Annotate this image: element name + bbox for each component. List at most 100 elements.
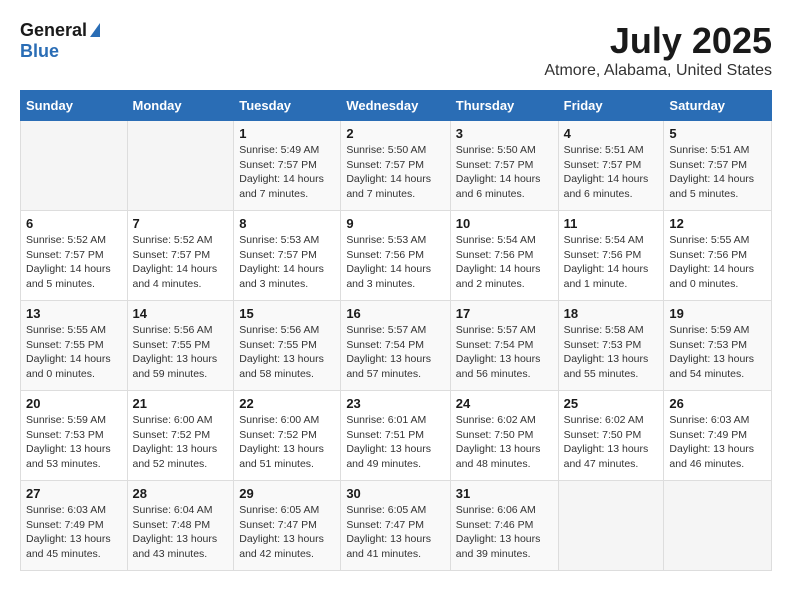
day-number: 22 [239,396,335,411]
weekday-header-tuesday: Tuesday [234,91,341,121]
page: General Blue July 2025 Atmore, Alabama, … [0,0,792,591]
calendar-cell: 23 Sunrise: 6:01 AMSunset: 7:51 PMDayligh… [341,391,450,481]
day-detail: Sunrise: 6:00 AMSunset: 7:52 PMDaylight:… [133,413,229,472]
calendar-cell: 16 Sunrise: 5:57 AMSunset: 7:54 PMDayligh… [341,301,450,391]
day-number: 10 [456,216,553,231]
calendar-cell: 5 Sunrise: 5:51 AMSunset: 7:57 PMDaylight… [664,121,772,211]
day-number: 13 [26,306,122,321]
calendar-cell: 6 Sunrise: 5:52 AMSunset: 7:57 PMDaylight… [21,211,128,301]
calendar-cell: 12 Sunrise: 5:55 AMSunset: 7:56 PMDayligh… [664,211,772,301]
weekday-header-row: SundayMondayTuesdayWednesdayThursdayFrid… [21,91,772,121]
calendar-cell: 15 Sunrise: 5:56 AMSunset: 7:55 PMDayligh… [234,301,341,391]
calendar-cell: 29 Sunrise: 6:05 AMSunset: 7:47 PMDayligh… [234,481,341,571]
day-number: 12 [669,216,766,231]
calendar-week-row: 27Sunrise: 6:03 AMSunset: 7:49 PMDayligh… [21,481,772,571]
day-number: 15 [239,306,335,321]
calendar-cell: 14Sunrise: 5:56 AMSunset: 7:55 PMDayligh… [127,301,234,391]
day-number: 8 [239,216,335,231]
day-number: 29 [239,486,335,501]
logo-blue: Blue [20,41,59,62]
day-detail: Sunrise: 5:53 AMSunset: 7:56 PMDaylight:… [346,233,444,292]
day-number: 1 [239,126,335,141]
header: General Blue July 2025 Atmore, Alabama, … [20,20,772,80]
day-detail: Sunrise: 5:57 AMSunset: 7:54 PMDaylight:… [456,323,553,382]
day-detail: Sunrise: 5:55 AMSunset: 7:56 PMDaylight:… [669,233,766,292]
logo: General Blue [20,20,100,62]
day-detail: Sunrise: 6:05 AMSunset: 7:47 PMDaylight:… [239,503,335,562]
calendar-cell: 30 Sunrise: 6:05 AMSunset: 7:47 PMDayligh… [341,481,450,571]
page-subtitle: Atmore, Alabama, United States [544,62,772,80]
day-number: 7 [133,216,229,231]
day-number: 3 [456,126,553,141]
calendar-cell: 20Sunrise: 5:59 AMSunset: 7:53 PMDayligh… [21,391,128,481]
weekday-header-sunday: Sunday [21,91,128,121]
calendar-cell: 26 Sunrise: 6:03 AMSunset: 7:49 PMDayligh… [664,391,772,481]
day-detail: Sunrise: 6:01 AMSunset: 7:51 PMDaylight:… [346,413,444,472]
day-number: 17 [456,306,553,321]
calendar-cell: 28 Sunrise: 6:04 AMSunset: 7:48 PMDayligh… [127,481,234,571]
calendar-cell [558,481,664,571]
day-number: 23 [346,396,444,411]
calendar-cell: 11Sunrise: 5:54 AMSunset: 7:56 PMDayligh… [558,211,664,301]
weekday-header-wednesday: Wednesday [341,91,450,121]
day-detail: Sunrise: 6:00 AMSunset: 7:52 PMDaylight:… [239,413,335,472]
day-detail: Sunrise: 5:50 AMSunset: 7:57 PMDaylight:… [456,143,553,202]
calendar-cell [21,121,128,211]
day-detail: Sunrise: 5:50 AMSunset: 7:57 PMDaylight:… [346,143,444,202]
day-number: 6 [26,216,122,231]
day-number: 30 [346,486,444,501]
weekday-header-thursday: Thursday [450,91,558,121]
day-detail: Sunrise: 6:02 AMSunset: 7:50 PMDaylight:… [456,413,553,472]
calendar-cell [127,121,234,211]
day-detail: Sunrise: 5:57 AMSunset: 7:54 PMDaylight:… [346,323,444,382]
title-block: July 2025 Atmore, Alabama, United States [544,20,772,80]
day-number: 26 [669,396,766,411]
calendar-week-row: 6 Sunrise: 5:52 AMSunset: 7:57 PMDaylight… [21,211,772,301]
calendar-cell: 21 Sunrise: 6:00 AMSunset: 7:52 PMDayligh… [127,391,234,481]
day-detail: Sunrise: 5:56 AMSunset: 7:55 PMDaylight:… [133,323,229,382]
calendar-week-row: 1 Sunrise: 5:49 AMSunset: 7:57 PMDaylight… [21,121,772,211]
day-number: 24 [456,396,553,411]
day-number: 18 [564,306,659,321]
day-detail: Sunrise: 6:03 AMSunset: 7:49 PMDaylight:… [669,413,766,472]
calendar-table: SundayMondayTuesdayWednesdayThursdayFrid… [20,90,772,571]
day-number: 27 [26,486,122,501]
day-number: 20 [26,396,122,411]
day-number: 19 [669,306,766,321]
calendar-cell: 10 Sunrise: 5:54 AMSunset: 7:56 PMDayligh… [450,211,558,301]
calendar-cell: 9Sunrise: 5:53 AMSunset: 7:56 PMDaylight… [341,211,450,301]
day-detail: Sunrise: 5:52 AMSunset: 7:57 PMDaylight:… [133,233,229,292]
logo-general: General [20,20,87,41]
day-detail: Sunrise: 6:04 AMSunset: 7:48 PMDaylight:… [133,503,229,562]
day-number: 16 [346,306,444,321]
day-detail: Sunrise: 5:51 AMSunset: 7:57 PMDaylight:… [564,143,659,202]
calendar-cell: 22 Sunrise: 6:00 AMSunset: 7:52 PMDayligh… [234,391,341,481]
day-detail: Sunrise: 5:58 AMSunset: 7:53 PMDaylight:… [564,323,659,382]
calendar-cell: 4 Sunrise: 5:51 AMSunset: 7:57 PMDaylight… [558,121,664,211]
logo-triangle-icon [90,23,100,37]
calendar-cell: 8Sunrise: 5:53 AMSunset: 7:57 PMDaylight… [234,211,341,301]
calendar-cell: 27Sunrise: 6:03 AMSunset: 7:49 PMDayligh… [21,481,128,571]
day-number: 21 [133,396,229,411]
day-number: 2 [346,126,444,141]
day-detail: Sunrise: 5:49 AMSunset: 7:57 PMDaylight:… [239,143,335,202]
calendar-week-row: 20Sunrise: 5:59 AMSunset: 7:53 PMDayligh… [21,391,772,481]
page-title: July 2025 [544,20,772,62]
day-number: 4 [564,126,659,141]
day-detail: Sunrise: 5:54 AMSunset: 7:56 PMDaylight:… [456,233,553,292]
day-detail: Sunrise: 5:51 AMSunset: 7:57 PMDaylight:… [669,143,766,202]
day-detail: Sunrise: 6:05 AMSunset: 7:47 PMDaylight:… [346,503,444,562]
day-detail: Sunrise: 6:02 AMSunset: 7:50 PMDaylight:… [564,413,659,472]
day-detail: Sunrise: 5:52 AMSunset: 7:57 PMDaylight:… [26,233,122,292]
day-number: 28 [133,486,229,501]
weekday-header-saturday: Saturday [664,91,772,121]
day-detail: Sunrise: 5:56 AMSunset: 7:55 PMDaylight:… [239,323,335,382]
day-number: 31 [456,486,553,501]
day-number: 5 [669,126,766,141]
calendar-cell: 24 Sunrise: 6:02 AMSunset: 7:50 PMDayligh… [450,391,558,481]
weekday-header-monday: Monday [127,91,234,121]
calendar-cell: 19Sunrise: 5:59 AMSunset: 7:53 PMDayligh… [664,301,772,391]
day-number: 25 [564,396,659,411]
calendar-cell: 18 Sunrise: 5:58 AMSunset: 7:53 PMDayligh… [558,301,664,391]
calendar-cell: 25 Sunrise: 6:02 AMSunset: 7:50 PMDayligh… [558,391,664,481]
